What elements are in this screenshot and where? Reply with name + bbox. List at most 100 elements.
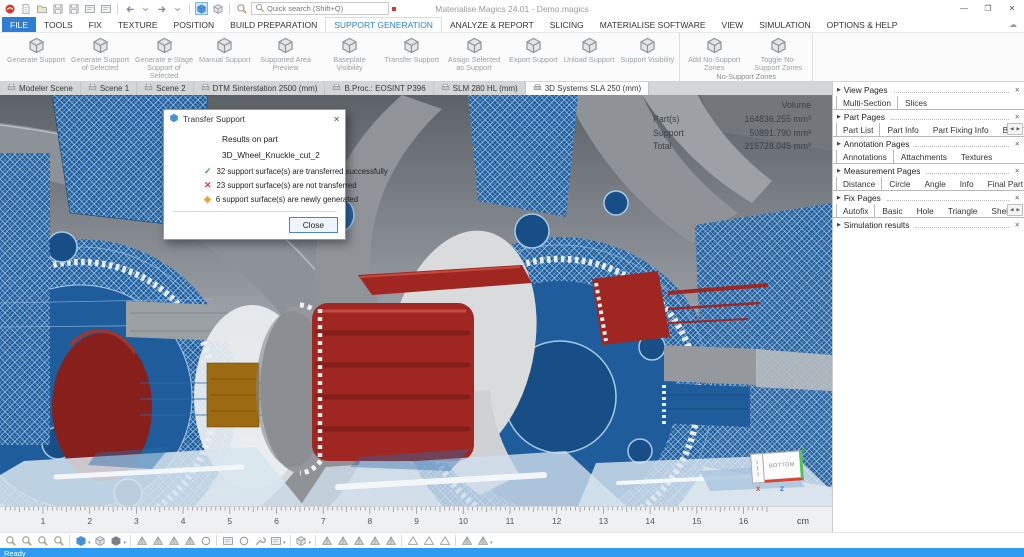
part-preview-icon[interactable] — [198, 534, 213, 548]
shrink-selection-icon[interactable] — [475, 534, 490, 548]
generate-e-stage-support-of-selected-button[interactable]: Generate e-Stage Support of Selected — [132, 34, 196, 81]
select-surface-icon[interactable] — [437, 534, 452, 548]
menu-tab-position[interactable]: POSITION — [166, 17, 223, 32]
view-orientation-gizmo[interactable]: BOTTOM Y X Z — [744, 449, 808, 495]
view-cube-icon[interactable] — [73, 534, 88, 548]
tab-part-list[interactable]: Part List — [836, 123, 880, 137]
gizmo-bottom-face[interactable]: BOTTOM — [763, 450, 804, 483]
zoom-window-icon[interactable] — [19, 534, 34, 548]
panel-close-icon[interactable]: ✕ — [1015, 140, 1020, 148]
select-plane-icon[interactable] — [421, 534, 436, 548]
dropdown-caret-icon[interactable]: ▾ — [124, 540, 127, 546]
scene-tab-modeler-scene[interactable]: Modeler Scene — [0, 82, 81, 95]
baseplate-visibility-button[interactable]: Baseplate Visibility — [318, 34, 382, 81]
close-button[interactable]: Close — [289, 217, 338, 233]
panel-header-part-pages[interactable]: ▶Part Pages✕ — [833, 110, 1024, 123]
tab-hole[interactable]: Hole — [910, 204, 941, 217]
restore-button[interactable]: ❐ — [976, 0, 1000, 16]
dropdown-caret-icon[interactable]: ▾ — [309, 540, 312, 546]
translate-part-icon[interactable] — [134, 534, 149, 548]
panel-header-annotation-pages[interactable]: ▶Annotation Pages✕ — [833, 137, 1024, 150]
annotate-screen-icon[interactable] — [268, 534, 283, 548]
zoom-all-icon[interactable] — [51, 534, 66, 548]
tab-multi-section[interactable]: Multi-Section — [836, 96, 898, 110]
wireframe-view-icon[interactable] — [211, 2, 224, 15]
scene-tab-scene-2[interactable]: Scene 2 — [137, 82, 193, 95]
measure-tool-icon[interactable] — [252, 534, 267, 548]
export-part-icon[interactable] — [99, 2, 112, 15]
menu-tab-fix[interactable]: FIX — [81, 17, 110, 32]
menu-tab-file[interactable]: FILE — [2, 17, 36, 32]
mark-plane-icon[interactable] — [335, 534, 350, 548]
redo-menu-caret[interactable] — [171, 2, 184, 15]
select-window-icon[interactable] — [220, 534, 235, 548]
generate-support-button[interactable]: Generate Support — [4, 34, 68, 81]
export-support-button[interactable]: Export Support — [506, 34, 561, 81]
tab-textures[interactable]: Textures — [954, 150, 999, 163]
select-triangles-icon[interactable] — [405, 534, 420, 548]
mark-shell-icon[interactable] — [367, 534, 382, 548]
zoom-in-icon[interactable] — [3, 534, 18, 548]
panel-close-icon[interactable]: ✕ — [1015, 221, 1020, 229]
menu-tab-analyze-report[interactable]: ANALYZE & REPORT — [442, 17, 542, 32]
search-icon[interactable] — [235, 2, 248, 15]
transfer-support-button[interactable]: Transfer Support — [382, 34, 442, 81]
tab-final-part[interactable]: Final Part — [981, 177, 1024, 190]
menu-tab-slicing[interactable]: SLICING — [542, 17, 592, 32]
quick-search-box[interactable] — [251, 2, 389, 15]
tab-autofix[interactable]: Autofix — [836, 204, 875, 218]
unload-support-button[interactable]: Unload Support — [561, 34, 618, 81]
menu-tab-tools[interactable]: TOOLS — [36, 17, 81, 32]
convert-stl-icon[interactable] — [182, 534, 197, 548]
cloud-sync-icon[interactable]: ☁ — [1009, 17, 1024, 32]
panel-header-measurement-pages[interactable]: ▶Measurement Pages✕ — [833, 164, 1024, 177]
panel-close-icon[interactable]: ✕ — [1015, 194, 1020, 202]
mark-surface-icon[interactable] — [351, 534, 366, 548]
supported-area-preview-button[interactable]: Supported Area Preview — [254, 34, 318, 81]
scroll-left-icon[interactable]: ◀ — [1010, 126, 1013, 132]
add-no-support-zones-button[interactable]: Add No-Support Zones — [682, 34, 746, 72]
save-project-icon[interactable] — [51, 2, 64, 15]
zoom-selected-icon[interactable] — [35, 534, 50, 548]
scene-tab-slm-280-hl-mm[interactable]: SLM 280 HL (mm) — [434, 82, 526, 95]
panel-close-icon[interactable]: ✕ — [1015, 86, 1020, 94]
generate-support-of-selected-button[interactable]: Generate Support of Selected — [68, 34, 132, 81]
tab-circle[interactable]: Circle — [882, 177, 917, 190]
new-project-icon[interactable] — [19, 2, 32, 15]
tab-distance[interactable]: Distance — [836, 177, 882, 191]
scene-tab-dtm-sinterstation-2500-mm[interactable]: DTM Sinterstation 2500 (mm) — [194, 82, 326, 95]
shaded-view-icon[interactable] — [109, 534, 124, 548]
scene-tab-scene-1[interactable]: Scene 1 — [81, 82, 137, 95]
dialog-title-bar[interactable]: Transfer Support ✕ — [164, 110, 345, 127]
panel-close-icon[interactable]: ✕ — [1015, 113, 1020, 121]
magics-logo[interactable] — [3, 2, 16, 15]
tab-part-info[interactable]: Part Info — [880, 123, 925, 136]
tab-basic[interactable]: Basic — [875, 204, 909, 217]
viewport-3d[interactable]: Volume Part(s)164836.255 mm³Support50891… — [0, 95, 832, 506]
scene-tab-b-proc-eosint-p396[interactable]: B.Proc.: EOSINT P396 — [325, 82, 433, 95]
tab-info[interactable]: Info — [953, 177, 981, 190]
rescale-part-icon[interactable] — [166, 534, 181, 548]
menu-tab-materialise-software[interactable]: MATERIALISE SOFTWARE — [592, 17, 714, 32]
redo-icon[interactable] — [155, 2, 168, 15]
panel-close-icon[interactable]: ✕ — [1015, 167, 1020, 175]
save-as-icon[interactable] — [67, 2, 80, 15]
menu-tab-texture[interactable]: TEXTURE — [110, 17, 166, 32]
dropdown-caret-icon[interactable]: ▾ — [490, 540, 493, 546]
import-part-icon[interactable] — [83, 2, 96, 15]
tab-annotations[interactable]: Annotations — [836, 150, 894, 164]
undo-menu-caret[interactable] — [139, 2, 152, 15]
rotate-part-icon[interactable] — [150, 534, 165, 548]
close-button[interactable]: ✕ — [1000, 0, 1024, 16]
support-visibility-button[interactable]: Support Visibility — [617, 34, 677, 81]
3d-scene-canvas[interactable] — [0, 95, 832, 506]
grow-selection-icon[interactable] — [459, 534, 474, 548]
panel-header-view-pages[interactable]: ▶View Pages✕ — [833, 83, 1024, 96]
wireframe-view-icon[interactable] — [93, 534, 108, 548]
tab-part-fixing-info[interactable]: Part Fixing Info — [926, 123, 996, 136]
scroll-right-icon[interactable]: ▶ — [1017, 126, 1020, 132]
dropdown-caret-icon[interactable]: ▾ — [283, 540, 286, 546]
menu-tab-build-preparation[interactable]: BUILD PREPARATION — [222, 17, 325, 32]
tab-slices[interactable]: Slices — [898, 96, 934, 109]
tab-angle[interactable]: Angle — [918, 177, 953, 190]
